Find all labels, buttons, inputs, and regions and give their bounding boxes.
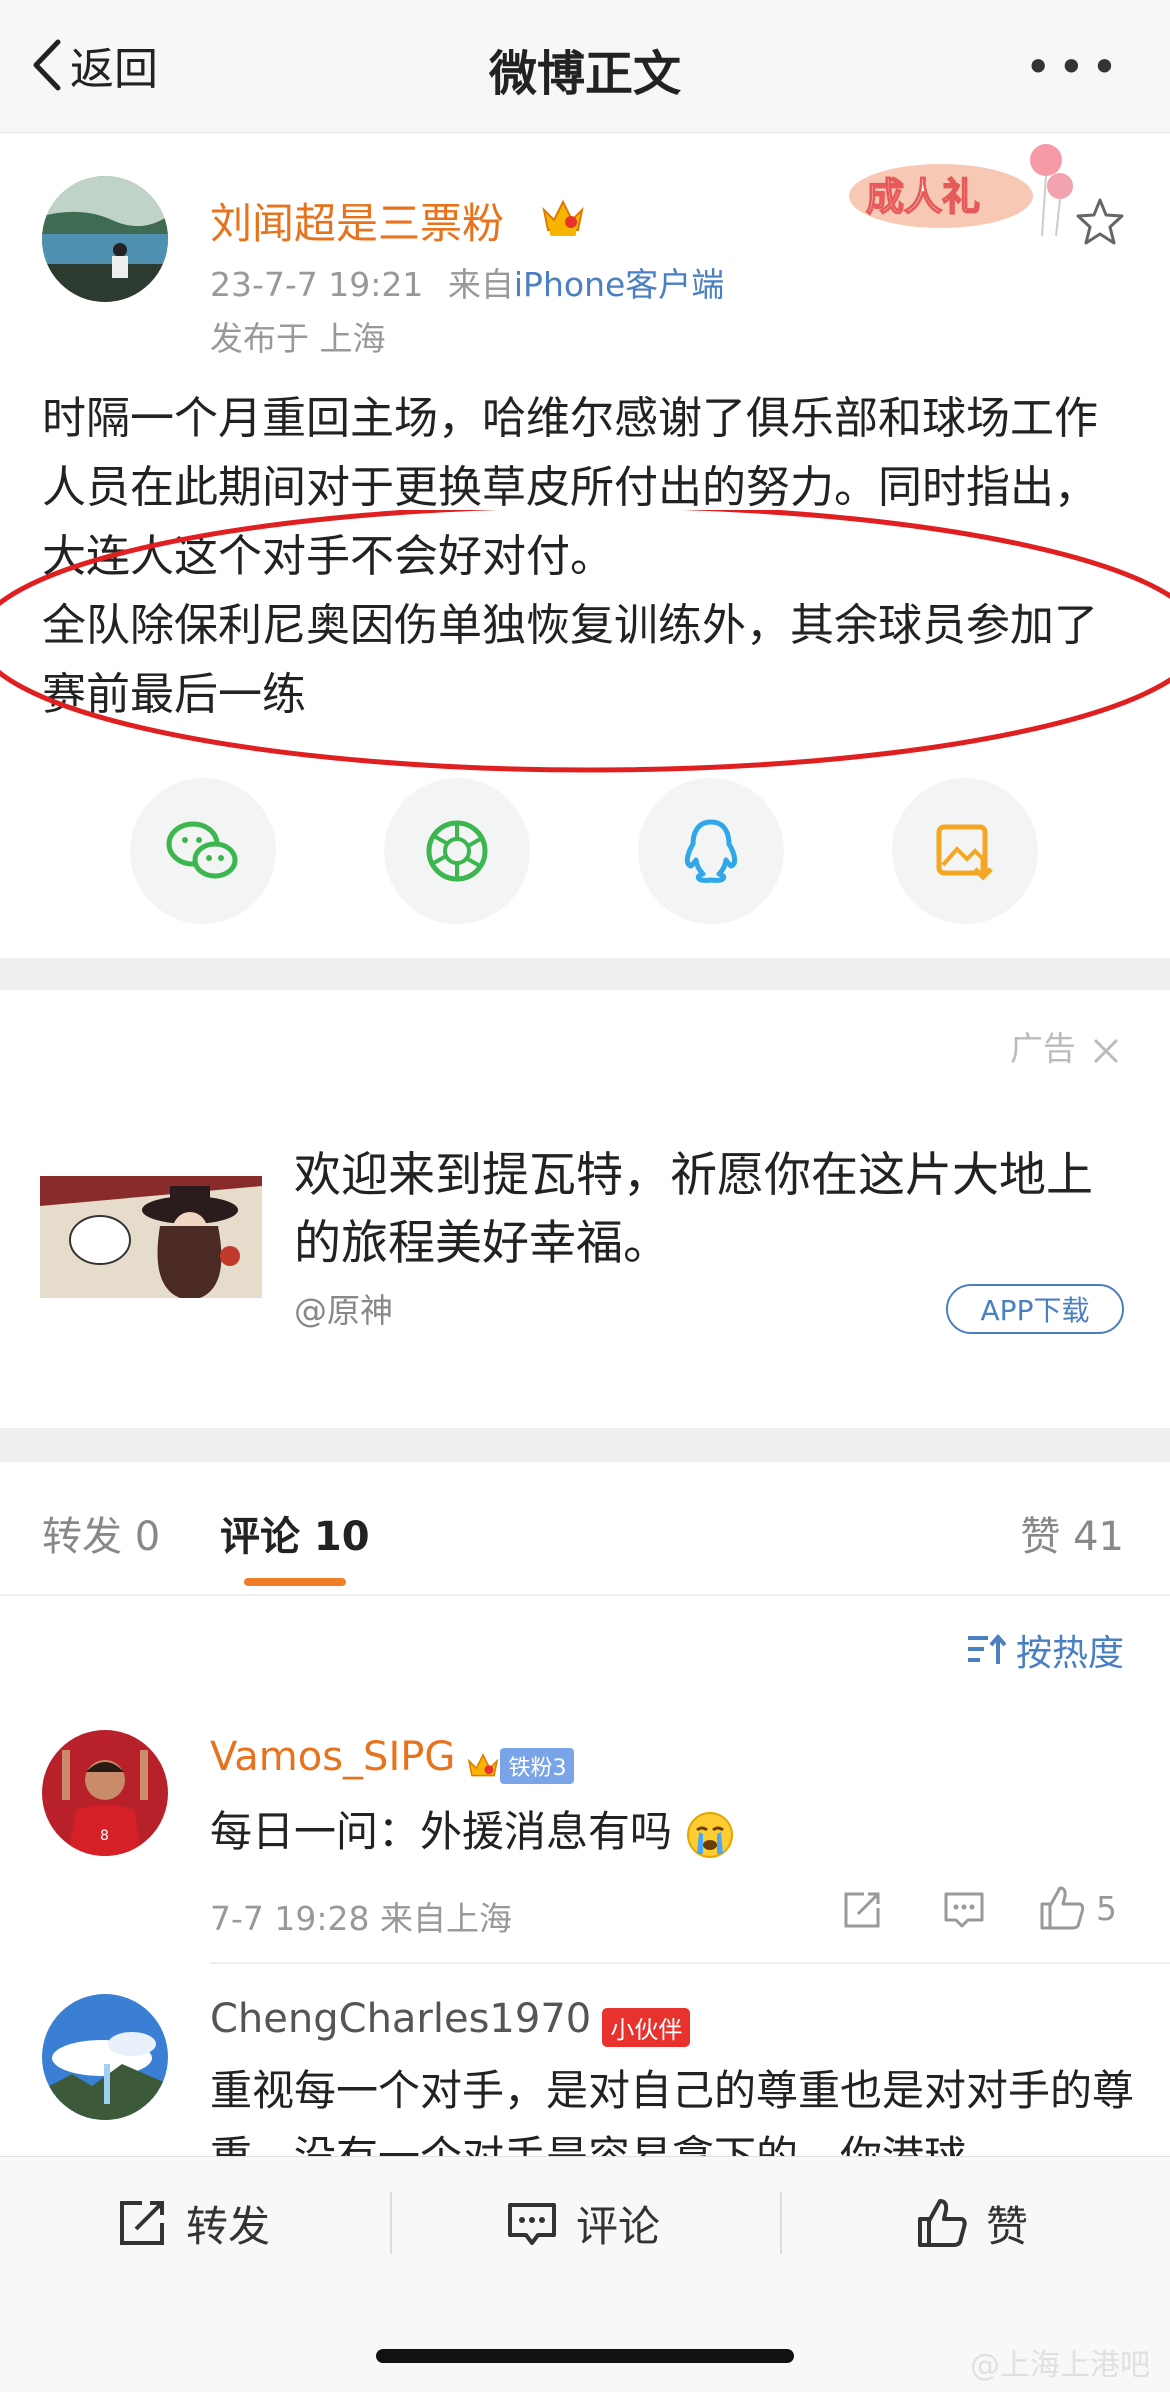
comment-text-content: 每日一问：外援消息有吗 — [210, 1807, 673, 1856]
coming-of-age-badge: 成人礼 — [846, 140, 1076, 244]
section-divider — [0, 958, 1170, 990]
commenter-name[interactable]: ChengCharles1970 — [210, 1996, 591, 2042]
share-moments-button[interactable] — [384, 778, 530, 924]
comment-text: 每日一问：外援消息有吗 — [210, 1798, 735, 1860]
comment-header: ChengCharles1970 小伙伴 — [210, 1996, 691, 2047]
red-annotation-ellipse — [0, 503, 1170, 794]
close-icon[interactable] — [1091, 1036, 1121, 1066]
author-name[interactable]: 刘闻超是三票粉 — [210, 190, 504, 251]
comment-like-count: 5 — [1096, 1888, 1117, 1928]
sort-icon — [967, 1633, 1006, 1664]
comment-button[interactable]: 评论 — [506, 2188, 660, 2258]
tab-divider — [0, 1594, 1170, 1596]
ad-text[interactable]: 欢迎来到提瓦特，祈愿你在这片大地上的旅程美好幸福。 — [294, 1142, 1094, 1278]
thumbs-up-icon — [918, 2199, 967, 2247]
tab-repost[interactable]: 转发 0 — [42, 1504, 160, 1562]
post-time: 23-7-7 19:21 — [210, 265, 424, 304]
comment-like-button[interactable]: 5 — [1038, 1884, 1117, 1932]
qq-icon — [684, 819, 738, 883]
comment-header: Vamos_SIPG 铁粉3 — [210, 1734, 575, 1784]
like-button[interactable]: 赞 — [916, 2188, 1028, 2258]
vip-crown-icon — [540, 196, 586, 242]
commenter-avatar[interactable] — [42, 1994, 168, 2120]
save-image-button[interactable] — [892, 778, 1038, 924]
wechat-icon — [166, 821, 238, 879]
app-download-button[interactable]: APP下载 — [946, 1284, 1124, 1334]
partner-badge: 小伙伴 — [602, 2008, 691, 2047]
repost-button[interactable]: 转发 — [116, 2188, 270, 2258]
sort-button[interactable]: 按热度 — [966, 1624, 1124, 1676]
badge-text: 成人礼 — [866, 175, 980, 219]
commenter-name[interactable]: Vamos_SIPG — [210, 1734, 455, 1780]
bar-separator — [390, 2192, 392, 2254]
home-indicator[interactable] — [376, 2349, 794, 2363]
fan-badge: 铁粉3 — [500, 1747, 575, 1784]
source-prefix: 来自 — [447, 265, 514, 304]
source-link[interactable]: iPhone客户端 — [514, 265, 724, 304]
comment-icon — [508, 2203, 556, 2245]
like-label: 赞 — [986, 2201, 1029, 2251]
favorite-star-icon[interactable] — [1074, 196, 1126, 252]
share-qq-button[interactable] — [638, 778, 784, 924]
moments-icon — [426, 820, 488, 882]
share-wechat-button[interactable] — [130, 778, 276, 924]
svg-text:8: 8 — [100, 1828, 109, 1844]
crying-emoji-icon — [687, 1811, 734, 1858]
ad-author[interactable]: @原神 — [294, 1284, 393, 1332]
section-divider — [0, 1428, 1170, 1462]
bar-separator — [780, 2192, 782, 2254]
thumbs-up-icon — [1040, 1886, 1085, 1930]
sort-label: 按热度 — [1015, 1633, 1124, 1674]
ad-label[interactable]: 广告 — [1010, 1022, 1121, 1070]
comment-label: 评论 — [576, 2201, 661, 2251]
watermark: @上海上港吧 — [970, 2348, 1150, 2383]
commenter-avatar[interactable]: 8 — [42, 1730, 168, 1856]
vip-crown-icon — [468, 1752, 499, 1776]
tab-like[interactable]: 赞 41 — [1020, 1504, 1124, 1562]
comment-meta: 7-7 19:28 来自上海 — [210, 1899, 512, 1938]
ad-image[interactable] — [40, 1176, 262, 1298]
page-title: 微博正文 — [488, 46, 681, 102]
comment-divider — [210, 1962, 1170, 1964]
save-image-icon — [936, 824, 993, 881]
post-location: 发布于 上海 — [210, 319, 386, 358]
tab-comment[interactable]: 评论 10 — [220, 1504, 370, 1562]
active-tab-indicator — [244, 1578, 346, 1586]
repost-icon — [120, 2201, 164, 2245]
post-meta: 23-7-7 19:21 来自iPhone客户端 — [210, 258, 724, 306]
repost-label: 转发 — [186, 2201, 271, 2251]
reply-comment-icon[interactable] — [942, 1888, 986, 1936]
ad-label-text: 广告 — [1010, 1029, 1076, 1068]
repost-comment-icon[interactable] — [840, 1888, 884, 1936]
more-icon[interactable]: ••• — [1025, 40, 1124, 94]
author-avatar[interactable] — [42, 176, 168, 302]
